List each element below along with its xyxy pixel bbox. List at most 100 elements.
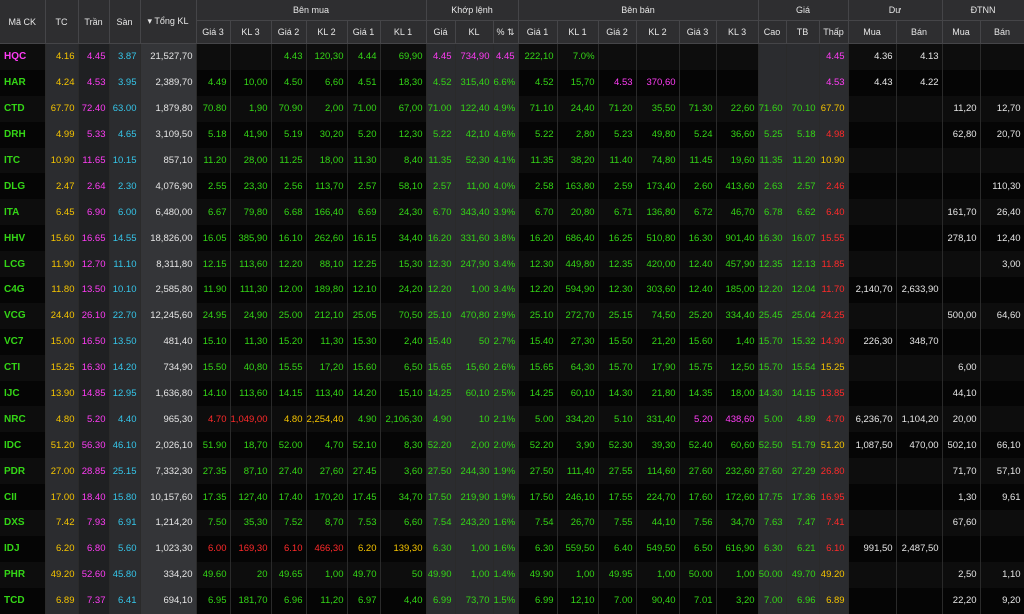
stock-symbol[interactable]: HQC [0,43,46,70]
table-row[interactable]: C4G 11.80 13.50 10.10 2,585,80 11.90 111,30 12.… [0,277,1024,303]
header-match-percent[interactable]: % ⇅ [493,20,519,44]
table-row[interactable]: VC7 15.00 16.50 13.50 481,40 15.10 11,30 15.20 1… [0,328,1024,355]
stock-symbol[interactable]: CII [0,484,46,511]
table-cell [848,354,897,381]
table-row[interactable]: CII 17.00 18.40 15.80 10,157,60 17.35 127,40 17… [0,484,1024,511]
header-floor[interactable]: Sàn [109,0,141,44]
stock-symbol[interactable]: LCG [0,251,46,278]
stock-symbol[interactable]: VCG [0,302,46,329]
header-foreign-buy[interactable]: Mua [942,20,981,44]
table-cell: 991,50 [848,535,897,562]
header-sell-vol-1[interactable]: KL 1 [557,20,599,44]
table-cell [848,484,897,511]
table-cell: 1.6% [493,535,519,562]
table-cell [896,484,943,511]
table-row[interactable]: PDR 27.00 28.85 25.15 7,332,30 27.35 87,10 27.4… [0,458,1024,485]
table-cell: 57,10 [980,458,1024,485]
stock-symbol[interactable]: HAR [0,69,46,96]
header-ref[interactable]: TC [45,0,79,44]
header-ceiling[interactable]: Trần [78,0,110,44]
header-remain-buy[interactable]: Mua [848,20,897,44]
table-row[interactable]: ITA 6.45 6.90 6.00 6,480,00 6.67 79,80 6.68 166,… [0,199,1024,226]
stock-symbol[interactable]: CTI [0,354,46,381]
header-sell-price-2[interactable]: Giá 2 [598,20,637,44]
header-total-volume[interactable]: ▾ Tổng KL [140,0,197,44]
table-cell: 79,80 [230,199,272,226]
table-cell: 7.41 [819,510,849,536]
table-cell [848,147,897,174]
header-buy-vol-3[interactable]: KL 3 [230,20,272,44]
stock-symbol[interactable]: PHR [0,561,46,588]
header-sell-vol-3[interactable]: KL 3 [716,20,759,44]
table-cell [896,199,943,226]
header-foreign-sell[interactable]: Bán [980,20,1024,44]
table-cell: 303,60 [636,277,680,303]
header-sell-price-1[interactable]: Giá 1 [518,20,558,44]
stock-symbol[interactable]: C4G [0,277,46,303]
table-cell: 1,30 [942,484,981,511]
stock-symbol[interactable]: TCD [0,587,46,614]
stock-symbol[interactable]: HHV [0,225,46,252]
table-row[interactable]: PHR 49.20 52.60 45.80 334,20 49.60 20 49.65 1,00… [0,561,1024,588]
table-cell: 49.90 [518,561,558,588]
table-cell: 12,245,60 [140,302,197,329]
header-buy-vol-2[interactable]: KL 2 [306,20,348,44]
stock-symbol[interactable]: CTD [0,95,46,122]
table-row[interactable]: HAR 4.24 4.53 3.95 2,389,70 4.49 10,00 4.50 6,60… [0,69,1024,96]
table-row[interactable]: CTI 15.25 16.30 14.20 734,90 15.50 40,80 15.55 1… [0,354,1024,381]
table-cell: 616,90 [716,535,759,562]
header-price-high[interactable]: Cao [758,20,787,44]
table-row[interactable]: IDC 51.20 56.30 46.10 2,026,10 51.90 18,70 52.0… [0,432,1024,459]
stock-symbol[interactable]: PDR [0,458,46,485]
stock-symbol[interactable]: IDC [0,432,46,459]
table-cell: 4.16 [45,43,79,70]
stock-symbol[interactable]: IJC [0,380,46,407]
table-row[interactable]: CTD 67.70 72.40 63.00 1,879,80 70.80 1,90 70.90… [0,95,1024,122]
table-cell: 5.20 [78,406,110,433]
table-row[interactable]: DLG 2.47 2.64 2.30 4,076,90 2.55 23,30 2.56 113,… [0,173,1024,200]
table-row[interactable]: DRH 4.99 5.33 4.65 3,109,50 5.18 41,90 5.19 30,2… [0,121,1024,148]
table-cell: 6.40 [598,535,637,562]
header-price-avg[interactable]: TB [786,20,820,44]
header-symbol[interactable]: Mã CK [0,0,46,44]
table-cell: 734,90 [140,354,197,381]
table-row[interactable]: LCG 11.90 12.70 11.10 8,311,80 12.15 113,60 12.… [0,251,1024,278]
table-cell: 6.62 [786,199,820,226]
table-cell: 12.30 [426,251,456,278]
table-cell: 2,40 [380,328,427,355]
sort-icon[interactable]: ▾ [148,16,153,26]
table-row[interactable]: DXS 7.42 7.93 6.91 1,214,20 7.50 35,30 7.52 8,70… [0,510,1024,536]
table-cell: 14.15 [271,380,307,407]
header-price-low[interactable]: Thấp [819,20,849,44]
table-cell: 2,389,70 [140,69,197,96]
stock-symbol[interactable]: IDJ [0,535,46,562]
header-buy-price-1[interactable]: Giá 1 [347,20,381,44]
table-row[interactable]: IJC 13.90 14.85 12.95 1,636,80 14.10 113,60 14.… [0,380,1024,407]
table-row[interactable]: HHV 15.60 16.65 14.55 18,826,00 16.05 385,90 16… [0,225,1024,252]
table-cell: 14.30 [758,380,787,407]
table-row[interactable]: HQC 4.16 4.45 3.87 21,527,70 4.43 120,30 4.44 69… [0,43,1024,70]
stock-symbol[interactable]: VC7 [0,328,46,355]
header-match-volume[interactable]: KL [455,20,494,44]
header-match-price[interactable]: Giá [426,20,456,44]
stock-symbol[interactable]: DXS [0,510,46,536]
table-row[interactable]: TCD 6.89 7.37 6.41 694,10 6.95 181,70 6.96 11,20… [0,587,1024,614]
stock-symbol[interactable]: DRH [0,121,46,148]
header-sell-vol-2[interactable]: KL 2 [636,20,680,44]
table-row[interactable]: IDJ 6.20 6.80 5.60 1,023,30 6.00 169,30 6.10 466… [0,535,1024,562]
stock-symbol[interactable]: ITA [0,199,46,226]
table-cell: 6.96 [271,587,307,614]
header-buy-price-3[interactable]: Giá 3 [196,20,231,44]
table-row[interactable]: ITC 10.90 11.65 10.15 857,10 11.20 28,00 11.25 1… [0,147,1024,174]
header-buy-price-2[interactable]: Giá 2 [271,20,307,44]
table-cell: 466,30 [306,535,348,562]
header-sell-price-3[interactable]: Giá 3 [679,20,717,44]
header-remain-sell[interactable]: Bán [896,20,943,44]
header-buy-vol-1[interactable]: KL 1 [380,20,427,44]
table-row[interactable]: VCG 24.40 26.10 22.70 12,245,60 24.95 24,90 25.… [0,302,1024,329]
table-row[interactable]: NRC 4.80 5.20 4.40 965,30 4.70 1,049,00 4.80 2,2… [0,406,1024,433]
stock-symbol[interactable]: ITC [0,147,46,174]
stock-symbol[interactable]: DLG [0,173,46,200]
table-cell: 23,30 [230,173,272,200]
stock-symbol[interactable]: NRC [0,406,46,433]
